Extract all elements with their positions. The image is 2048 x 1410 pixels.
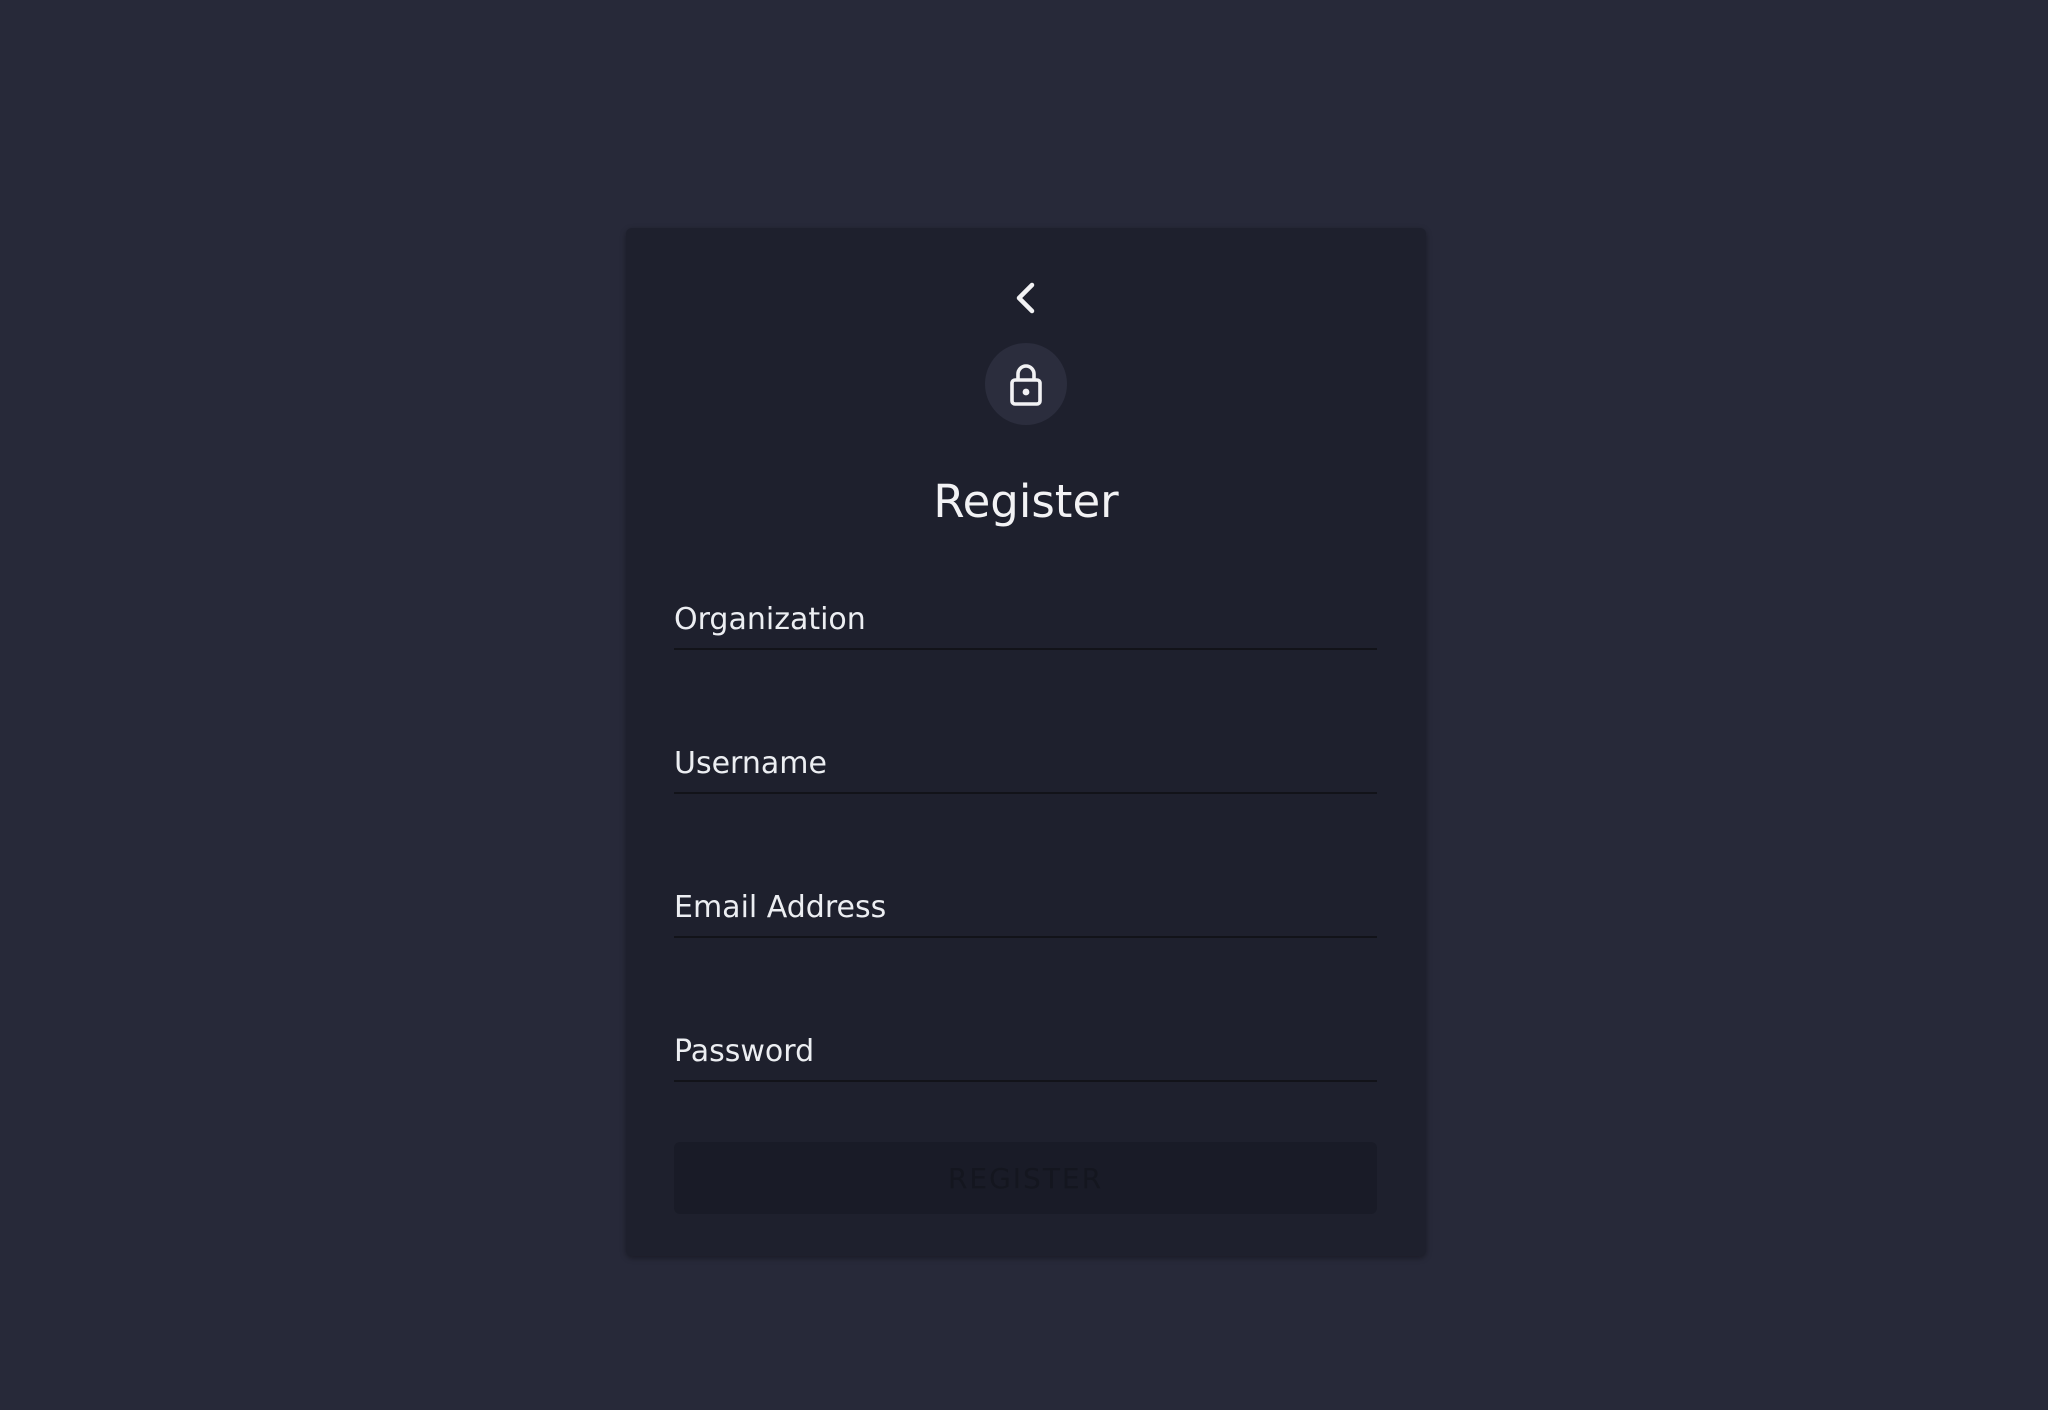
chevron-left-icon bbox=[1016, 282, 1035, 314]
register-button[interactable]: REGISTER bbox=[674, 1142, 1377, 1214]
email-field[interactable]: Email Address bbox=[674, 874, 1381, 938]
register-card: Register Organization Username Email Add… bbox=[626, 228, 1426, 1256]
password-field[interactable]: Password bbox=[674, 1018, 1381, 1082]
password-input[interactable] bbox=[674, 1018, 1381, 1082]
username-input[interactable] bbox=[674, 730, 1381, 794]
avatar bbox=[985, 343, 1067, 425]
organization-field[interactable]: Organization bbox=[674, 586, 1381, 650]
back-button[interactable] bbox=[1000, 272, 1052, 324]
email-input[interactable] bbox=[674, 874, 1381, 938]
username-field[interactable]: Username bbox=[674, 730, 1381, 794]
lock-icon bbox=[1010, 364, 1042, 406]
organization-input[interactable] bbox=[674, 586, 1381, 650]
page-title: Register bbox=[933, 475, 1119, 529]
